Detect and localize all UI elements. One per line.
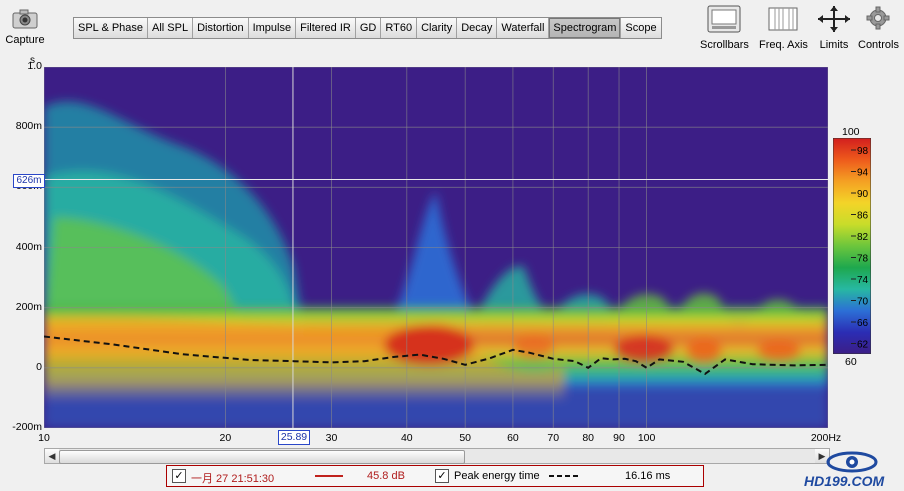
controls-label: Controls	[858, 39, 899, 51]
cursor-x-readout: 25.89	[278, 430, 310, 445]
colorbar-tick-label: 94	[857, 168, 869, 179]
scrollbars-button[interactable]: Scrollbars	[700, 4, 749, 51]
colorbar-top-label: 100	[842, 126, 860, 138]
y-tick-label: 1.0	[27, 60, 42, 72]
peak-energy-checkbox[interactable]: ✓	[435, 469, 449, 483]
colorbar-tick-label: 62	[857, 340, 869, 351]
colorbar-tick-label: 82	[857, 232, 869, 243]
tab-spectrogram[interactable]: Spectrogram	[549, 18, 622, 38]
measurement-label: 一月 27 21:51:30	[191, 473, 275, 485]
scrollbar-thumb[interactable]	[59, 450, 465, 464]
tab-waterfall[interactable]: Waterfall	[497, 18, 550, 38]
y-tick-label: 800m	[15, 120, 42, 133]
gear-icon	[866, 6, 890, 30]
legend-bar: ✓ 一月 27 21:51:30 45.8 dB ✓ Peak energy t…	[166, 465, 704, 487]
horizontal-scrollbar[interactable]: ◀ ▶	[44, 448, 830, 464]
colorbar: 98 94 90 86 82 78 74 70 66 62	[833, 138, 871, 354]
x-tick-label: 100	[637, 432, 656, 444]
tab-clarity[interactable]: Clarity	[417, 18, 458, 38]
colorbar-bottom-label: 60	[845, 356, 857, 368]
colorbar-tick-label: 90	[857, 189, 869, 200]
measurement-checkbox[interactable]: ✓	[172, 469, 186, 483]
y-tick-label: 0	[36, 360, 42, 373]
peak-energy-value: 16.16 ms	[625, 470, 671, 482]
hd199-logo: HD199.COM	[800, 451, 904, 491]
peak-energy-line-swatch	[549, 475, 581, 477]
tab-impulse[interactable]: Impulse	[248, 18, 297, 38]
x-tick-label: 30	[325, 432, 338, 444]
x-tick-label: 60	[507, 432, 519, 444]
x-tick-label: 90	[613, 432, 625, 444]
capture-label: Capture	[5, 34, 45, 46]
colorbar-tick-label: 86	[857, 211, 869, 222]
x-tick-label: 80	[582, 432, 595, 444]
watermark-text: HD199.COM	[804, 473, 885, 489]
x-tick-label: 20	[219, 432, 232, 444]
freq-axis-button[interactable]: Freq. Axis	[759, 4, 808, 51]
tab-scope[interactable]: Scope	[621, 18, 661, 38]
peak-energy-label: Peak energy time	[454, 470, 540, 482]
tab-distortion[interactable]: Distortion	[193, 18, 249, 38]
measurement-line-swatch	[315, 475, 343, 477]
capture-button[interactable]: Capture	[2, 4, 48, 48]
tab-spl-phase[interactable]: SPL & Phase	[74, 18, 149, 38]
camera-icon	[12, 9, 38, 29]
x-tick-label: 40	[400, 432, 413, 444]
tab-rt60[interactable]: RT60	[381, 18, 418, 38]
measurement-value: 45.8 dB	[367, 470, 405, 482]
limits-icon	[818, 6, 850, 32]
x-tick-label: 50	[459, 432, 472, 444]
controls-button[interactable]: Controls	[858, 4, 899, 51]
y-tick-label: 400m	[15, 240, 42, 253]
colorbar-tick-label: 74	[857, 275, 869, 286]
cursor-y-readout: 626m	[13, 174, 45, 188]
colorbar-tick-label: 70	[857, 297, 869, 308]
freq-axis-icon	[768, 7, 798, 31]
y-tick-label: 200m	[15, 300, 42, 313]
limits-button[interactable]: Limits	[814, 4, 854, 51]
x-tick-label: 10	[38, 432, 50, 444]
colorbar-tick-label: 78	[857, 254, 869, 265]
freq-axis-label: Freq. Axis	[759, 39, 808, 51]
scroll-left-arrow-icon[interactable]: ◀	[45, 449, 59, 463]
tab-gd[interactable]: GD	[355, 18, 382, 38]
tab-decay[interactable]: Decay	[457, 18, 498, 38]
x-tick-label: 200Hz	[810, 432, 842, 444]
view-tabs: SPL & Phase All SPL Distortion Impulse Filte…	[73, 17, 662, 39]
tab-filtered-ir[interactable]: Filtered IR	[296, 18, 356, 38]
colorbar-tick-label: 66	[857, 318, 869, 329]
x-tick-label: 70	[547, 432, 560, 444]
eye-logo-icon	[826, 451, 878, 473]
scrollbars-icon	[707, 5, 741, 33]
limits-label: Limits	[819, 39, 849, 51]
spectrogram-plot[interactable]	[44, 67, 828, 428]
scrollbars-label: Scrollbars	[700, 39, 749, 51]
tab-all-spl[interactable]: All SPL	[148, 18, 194, 38]
colorbar-tick-label: 98	[857, 146, 869, 157]
